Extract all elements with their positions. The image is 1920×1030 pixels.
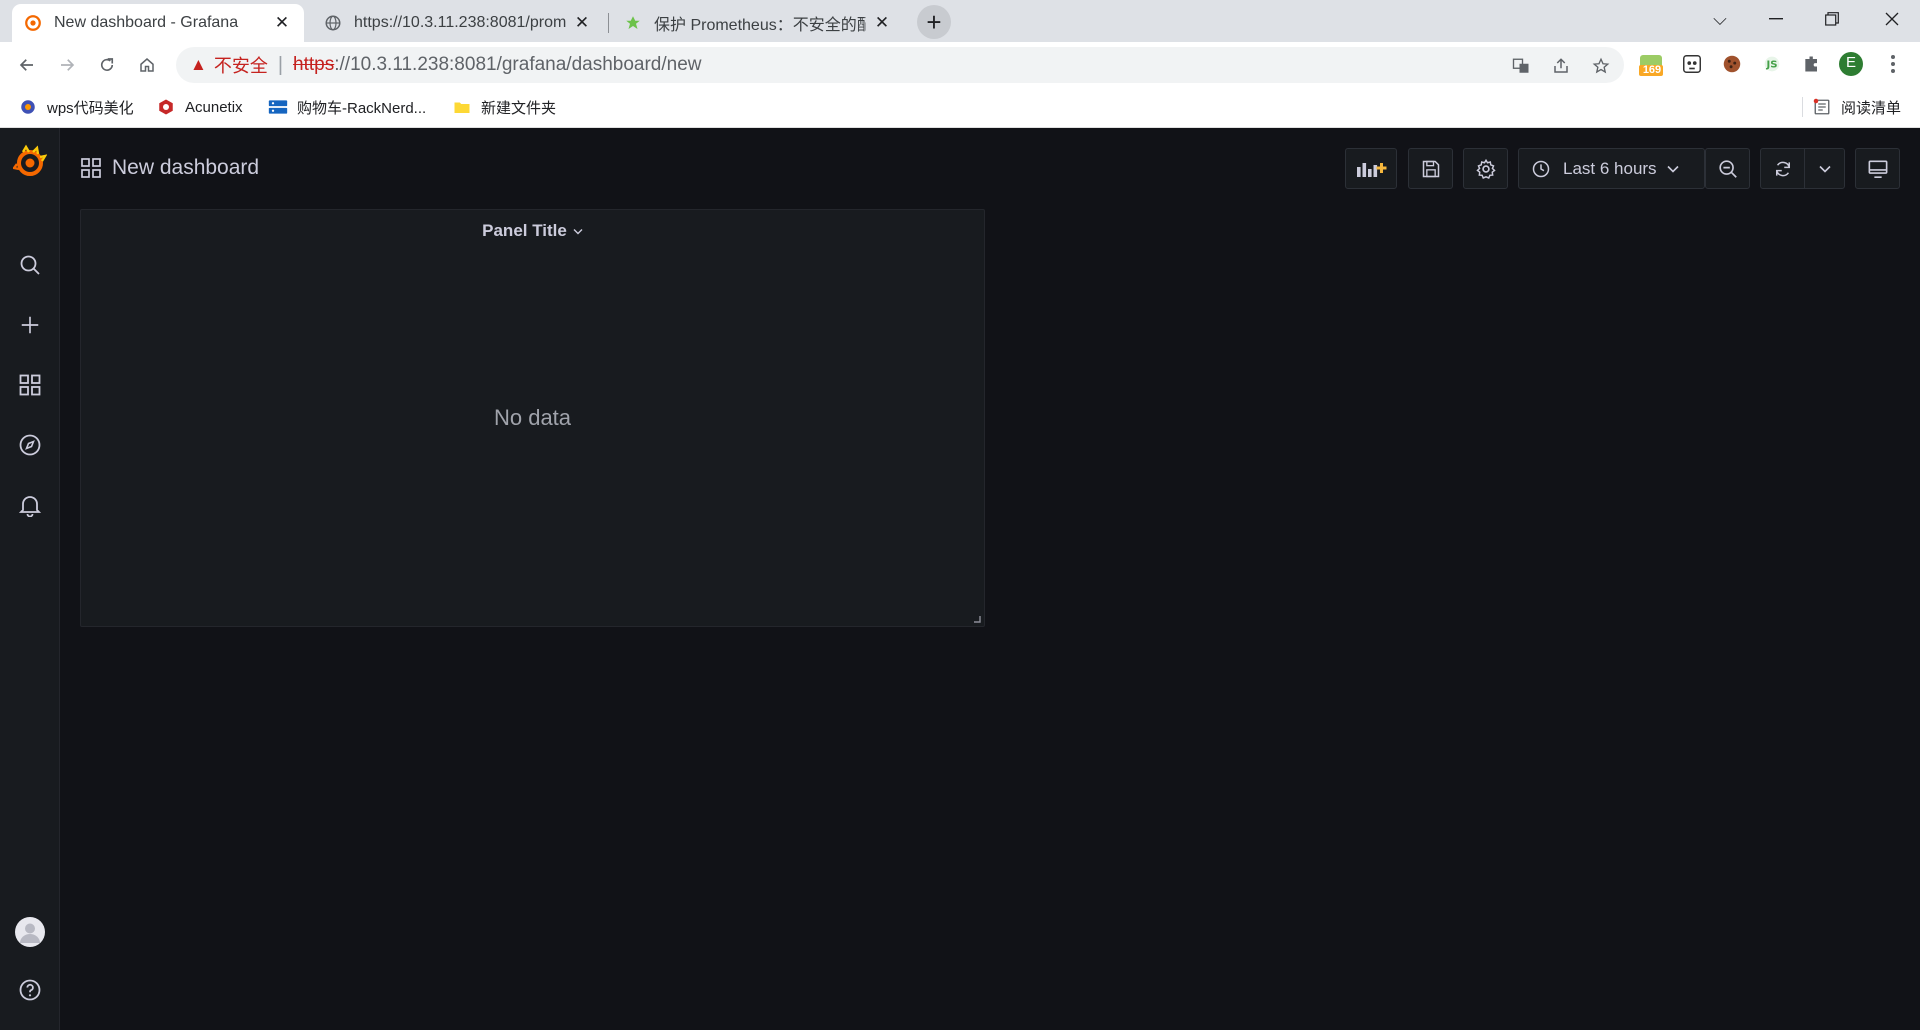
security-status[interactable]: 不安全 <box>214 52 268 78</box>
gear-icon <box>1475 158 1496 179</box>
close-icon[interactable]: ✕ <box>272 13 292 33</box>
home-icon[interactable] <box>131 49 163 81</box>
time-range-label: Last 6 hours <box>1563 158 1657 178</box>
save-dashboard-button[interactable] <box>1408 148 1453 189</box>
bookmark-label: wps代码美化 <box>47 99 134 117</box>
panel-header[interactable]: Panel Title <box>81 210 984 252</box>
reload-icon[interactable] <box>91 49 123 81</box>
explore-compass-icon[interactable] <box>12 427 48 463</box>
url-text: ://10.3.11.238:8081/grafana/dashboard/ne… <box>334 54 702 75</box>
restore-icon[interactable] <box>1804 0 1860 38</box>
racknerd-icon <box>268 97 288 117</box>
wps-icon <box>18 97 38 117</box>
chevron-down-icon[interactable] <box>573 228 583 235</box>
translate-icon[interactable] <box>1510 55 1532 77</box>
profile-initial: E <box>1845 54 1856 71</box>
tab-prometheus-security[interactable]: 保护 Prometheus：不安全的配 ✕ <box>612 4 904 42</box>
bookmark-new-folder[interactable]: 新建文件夹 <box>452 96 556 118</box>
alerting-bell-icon[interactable] <box>12 487 48 523</box>
svg-text:JS: JS <box>1765 60 1777 71</box>
dashboard-grid-icon <box>80 157 102 179</box>
dashboard-settings-button[interactable] <box>1463 148 1508 189</box>
dashboard-panel[interactable]: No data Panel Title <box>80 209 985 627</box>
tab-label: New dashboard - Grafana <box>54 14 239 31</box>
bookmark-label: 新建文件夹 <box>481 99 557 117</box>
forward-icon[interactable] <box>51 49 83 81</box>
bookmarks-bar: wps代码美化 Acunetix 购物车-RackNerd... 新建文件夹 阅… <box>0 87 1920 128</box>
reading-list-icon <box>1812 97 1832 117</box>
dashboards-icon[interactable] <box>12 367 48 403</box>
bookmark-label: 购物车-RackNerd... <box>297 99 427 117</box>
panda-extension-icon[interactable] <box>1679 51 1705 77</box>
panel-title[interactable]: Panel Title <box>482 221 567 241</box>
back-icon[interactable] <box>11 49 43 81</box>
grafana-logo-icon[interactable] <box>12 144 48 180</box>
no-data-message: No data <box>493 405 572 430</box>
puzzle-icon[interactable] <box>1799 51 1825 77</box>
tab-label: 保护 Prometheus：不安全的配 <box>654 17 866 34</box>
tab-search-icon[interactable]: ⌵ <box>1692 0 1748 38</box>
refresh-dashboard-button[interactable] <box>1760 148 1805 189</box>
close-window-icon[interactable] <box>1864 0 1920 38</box>
reading-list-label: 阅读清单 <box>1841 99 1902 117</box>
minimize-icon[interactable] <box>1748 0 1804 38</box>
url-scheme: https <box>293 54 335 75</box>
chevron-down-icon <box>1666 165 1679 173</box>
resize-handle-icon[interactable] <box>973 615 981 623</box>
share-icon[interactable] <box>1550 55 1572 77</box>
bookmark-acunetix[interactable]: Acunetix <box>156 96 243 118</box>
tab-separator <box>608 13 609 33</box>
bookmark-racknerd[interactable]: 购物车-RackNerd... <box>268 96 426 118</box>
chevron-down-icon <box>1818 165 1831 173</box>
globe-icon <box>324 14 342 32</box>
close-icon[interactable]: ✕ <box>872 13 892 33</box>
bookmarks-divider <box>1802 97 1803 117</box>
new-tab-button[interactable]: + <box>917 5 951 39</box>
extension-badge-count: 169 <box>1642 64 1662 76</box>
refresh-interval-dropdown[interactable] <box>1804 148 1845 189</box>
clock-icon <box>1532 160 1550 177</box>
bookmark-label: Acunetix <box>185 98 243 116</box>
add-panel-button[interactable] <box>1345 148 1397 189</box>
zoom-out-icon <box>1718 159 1737 178</box>
search-icon[interactable] <box>12 247 48 283</box>
profile-avatar[interactable]: E <box>1838 51 1864 77</box>
monitor-icon <box>1868 159 1887 178</box>
save-icon <box>1422 160 1439 177</box>
omnibox-divider: | <box>277 53 284 76</box>
tab-prometheus-url[interactable]: https://10.3.11.238:8081/prom ✕ <box>312 4 604 42</box>
warning-icon: ▲ <box>190 55 207 74</box>
user-avatar-icon[interactable] <box>12 914 48 950</box>
acunetix-icon <box>156 97 176 117</box>
time-range-picker[interactable]: Last 6 hours <box>1518 148 1705 189</box>
folder-icon <box>452 97 472 117</box>
kebab-menu-icon[interactable] <box>1880 51 1906 77</box>
zoom-out-button[interactable] <box>1705 148 1750 189</box>
address-bar[interactable]: ▲ 不安全 | https ://10.3.11.238:8081/grafan… <box>176 47 1624 83</box>
cookie-icon[interactable] <box>1719 51 1745 77</box>
dashboard-header: New dashboard <box>80 151 259 185</box>
browser-toolbar: ▲ 不安全 | https ://10.3.11.238:8081/grafan… <box>0 42 1920 87</box>
extension-badge-icon[interactable]: 169 <box>1638 51 1664 77</box>
grafana-sidebar <box>0 128 60 1030</box>
tv-mode-button[interactable] <box>1855 148 1900 189</box>
bookmark-wps[interactable]: wps代码美化 <box>18 96 134 118</box>
help-icon[interactable] <box>12 972 48 1008</box>
create-plus-icon[interactable] <box>12 307 48 343</box>
add-panel-icon <box>1357 162 1387 177</box>
reading-list[interactable]: 阅读清单 <box>1812 96 1901 118</box>
prometheus-icon <box>624 14 642 32</box>
close-icon[interactable]: ✕ <box>572 13 592 33</box>
star-icon[interactable] <box>1590 55 1612 77</box>
browser-tab-strip: New dashboard - Grafana ✕ https://10.3.1… <box>0 0 1920 42</box>
grafana-icon <box>24 14 42 32</box>
tab-label: https://10.3.11.238:8081/prom <box>354 14 566 31</box>
js-extension-icon[interactable]: JS <box>1759 51 1785 77</box>
tab-grafana[interactable]: New dashboard - Grafana ✕ <box>12 4 304 42</box>
dashboard-title[interactable]: New dashboard <box>112 156 259 180</box>
refresh-icon <box>1775 161 1790 176</box>
